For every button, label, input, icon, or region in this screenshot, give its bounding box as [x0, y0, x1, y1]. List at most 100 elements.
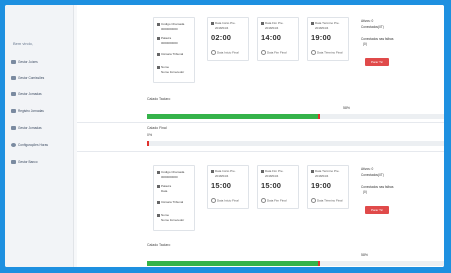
radio-icon	[211, 198, 216, 203]
progress-bar	[147, 261, 444, 266]
start-final-radio[interactable]: Data Início Final	[211, 50, 239, 55]
progress-fill	[147, 114, 320, 119]
card-label: Data Início Pre.	[215, 169, 236, 173]
end-final-radio[interactable]: Data Fim Final	[261, 198, 287, 203]
card-line: Câmara Tribunal	[161, 52, 184, 56]
court-icon	[157, 200, 160, 204]
app-window: Bem vindo, Gestor Juízes Gestor Comissõe…	[5, 5, 444, 267]
sidebar: Bem vindo, Gestor Juízes Gestor Comissõe…	[5, 5, 74, 267]
court-icon	[157, 52, 160, 56]
failure-note: Conectados nas falhas	[361, 185, 394, 189]
status-text: Ativos: 0	[361, 19, 374, 23]
card-line: Palavra	[161, 36, 172, 40]
card-date: 2018/04/4	[315, 26, 329, 30]
card-label: Data Fim Pre.	[265, 21, 284, 25]
clock-icon	[211, 169, 214, 173]
card-line: Data	[161, 189, 168, 193]
sidebar-item-7[interactable]: Gestor Banco	[11, 157, 38, 167]
progress-label: Calado Taclaro	[147, 243, 171, 247]
clock-icon	[311, 169, 314, 173]
table-icon	[11, 109, 16, 113]
failure-count: (0)	[363, 42, 367, 46]
sidebar-item-label: Gestor Jornadas	[18, 92, 42, 96]
card-label: Data Término Pre.	[315, 169, 340, 173]
sidebar-item-1[interactable]: Gestor Juízes	[11, 57, 38, 67]
end-time: 15:00	[261, 181, 282, 190]
finish-final-radio[interactable]: Data Término Final	[311, 198, 342, 203]
finish-time: 19:00	[311, 33, 332, 42]
sidebar-greeting: Bem vindo,	[13, 41, 34, 46]
radio-label: Data Término Final	[317, 50, 343, 55]
finish-time: 19:00	[311, 181, 332, 190]
card-label: Data Fim Pre.	[265, 169, 284, 173]
sidebar-item-3[interactable]: Gestor Jornadas	[11, 89, 42, 99]
radio-icon	[261, 198, 266, 203]
tag-icon	[157, 36, 160, 40]
progress-label: Calado Final	[147, 126, 167, 130]
start-time: 02:00	[211, 33, 232, 42]
card-date: 2018/04/4	[265, 26, 279, 30]
id-icon	[157, 170, 160, 174]
radio-icon	[261, 50, 266, 55]
progress-percent: 58%	[361, 253, 369, 257]
progress-label: Calado Taclaro	[147, 97, 171, 101]
job-info-card: Código Chamada 0000000000 Palavra Data C…	[153, 165, 195, 231]
card-label: Data Início Pre.	[215, 21, 236, 25]
sidebar-item-6[interactable]: Configurações Horas	[11, 140, 48, 150]
id-icon	[157, 22, 160, 26]
tag-icon	[157, 184, 160, 188]
radio-icon	[311, 50, 316, 55]
sidebar-item-label: Gestor Juízes	[18, 60, 38, 64]
radio-label: Data Início Final	[217, 50, 239, 55]
card-line: Código Chamada	[161, 22, 185, 26]
job-block-1: Código Chamada 0000000000 Palavra 000000…	[77, 5, 444, 155]
sidebar-item-4[interactable]: Registro Jornadas	[11, 106, 44, 116]
card-line: 0000000000	[161, 175, 178, 179]
card-date: 2018/04/4	[265, 174, 279, 178]
card-date: 2018/04/4	[215, 174, 229, 178]
end-time: 14:00	[261, 33, 282, 42]
progress-bar	[147, 114, 444, 119]
card-line: Nome	[161, 65, 170, 69]
sidebar-item-5[interactable]: Gestor Jornadas	[11, 123, 42, 133]
card-line: 0000000000	[161, 41, 178, 45]
stop-button[interactable]: Parar Tic	[365, 206, 389, 214]
divider	[77, 122, 444, 123]
start-final-radio[interactable]: Data Início Final	[211, 198, 239, 203]
card-line: Nome fornecedor	[161, 218, 185, 222]
radio-label: Data Término Final	[317, 198, 343, 203]
card-label: Data Término Pre.	[315, 21, 340, 25]
user-icon	[11, 60, 16, 64]
connected-text: Conectados(0T)	[361, 173, 384, 177]
sidebar-item-2[interactable]: Gestor Comissões	[11, 73, 44, 83]
card-line: Câmara Tribunal	[161, 200, 184, 204]
card-date: 2018/04/4	[215, 26, 229, 30]
finish-time-card: Data Término Pre. 2018/04/4 19:00 Data T…	[307, 165, 349, 209]
clock-icon	[311, 21, 314, 25]
stop-button[interactable]: Parar Tic	[365, 58, 389, 66]
sidebar-item-label: Registro Jornadas	[18, 109, 44, 113]
clock-icon	[261, 169, 264, 173]
job-info-card: Código Chamada 0000000000 Palavra 000000…	[153, 17, 195, 83]
card-date: 2018/04/4	[315, 174, 329, 178]
start-time: 15:00	[211, 181, 232, 190]
start-time-card: Data Início Pre. 2018/04/4 02:00 Data In…	[207, 17, 249, 61]
start-time-card: Data Início Pre. 2018/04/4 15:00 Data In…	[207, 165, 249, 209]
sidebar-item-label: Gestor Banco	[18, 160, 38, 164]
list-icon	[11, 92, 16, 96]
failure-note: Conectados nas falhas	[361, 37, 394, 41]
card-line: Código Chamada	[161, 170, 185, 174]
radio-label: Data Fim Final	[267, 198, 287, 203]
clock-icon	[261, 21, 264, 25]
person-icon	[157, 65, 160, 69]
finish-final-radio[interactable]: Data Término Final	[311, 50, 342, 55]
radio-label: Data Início Final	[217, 198, 239, 203]
sidebar-item-label: Gestor Jornadas	[18, 126, 42, 130]
progress-marker	[318, 261, 321, 266]
end-final-radio[interactable]: Data Fim Final	[261, 50, 287, 55]
progress-marker	[147, 141, 149, 146]
user-icon	[11, 76, 16, 80]
status-text: Ativos: 0	[361, 167, 374, 171]
progress-marker	[318, 114, 321, 119]
sidebar-item-label: Gestor Comissões	[18, 76, 45, 80]
